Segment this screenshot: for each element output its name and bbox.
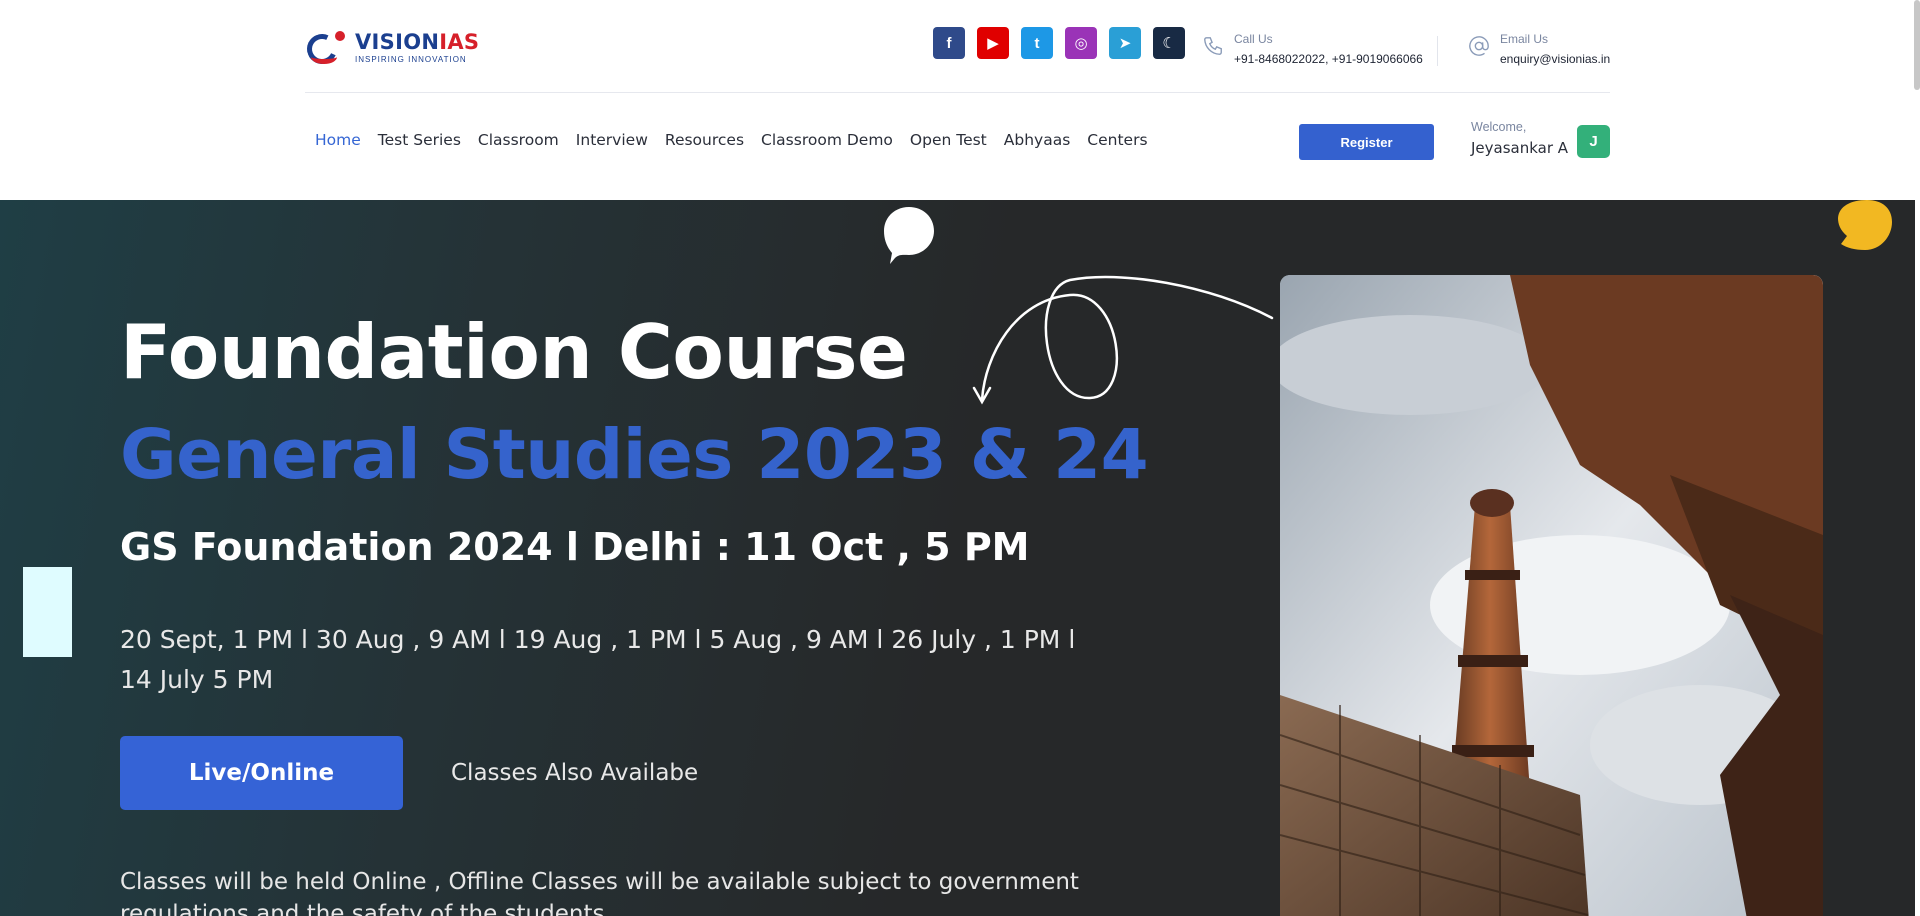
email-label: Email Us [1500, 32, 1549, 46]
nav-item-resources[interactable]: Resources [665, 131, 744, 149]
logo-title-ias: IAS [439, 30, 480, 54]
contact-call[interactable]: Call Us +91-8468022022, +91-9019066066 [1202, 32, 1423, 66]
qutub-minar-image [1280, 275, 1823, 916]
phone-icon [1204, 37, 1222, 55]
logo-text: VISIONIAS INSPIRING INNOVATION [355, 32, 479, 64]
user-name[interactable]: Jeyasankar A [1471, 139, 1568, 157]
chat-bubble-decoration-icon [884, 207, 934, 264]
feedback-tab[interactable] [23, 567, 72, 657]
telegram-icon[interactable]: ➤ [1109, 27, 1141, 59]
curly-arrow-decoration-icon [972, 275, 1274, 405]
hero-note: Classes will be held Online , Offline Cl… [120, 869, 1079, 916]
twitter-icon[interactable]: t [1021, 27, 1053, 59]
live-online-button[interactable]: Live/Online [120, 736, 403, 810]
header-divider [305, 92, 1610, 93]
hero-batch: GS Foundation 2024 l Delhi : 11 Oct , 5 … [120, 525, 1030, 569]
logo-mark-icon [302, 29, 349, 69]
visionias-logo[interactable]: VISIONIAS INSPIRING INNOVATION [302, 29, 479, 69]
classes-also-available: Classes Also Availabe [451, 760, 699, 786]
site-header: VISIONIAS INSPIRING INNOVATION f ▶ t ◎ ➤ ☾ Ca… [0, 0, 1920, 200]
at-icon [1469, 36, 1489, 56]
nav-item-abhyaas[interactable]: Abhyaas [1004, 131, 1071, 149]
register-button[interactable]: Register [1299, 124, 1434, 160]
call-label: Call Us [1234, 32, 1273, 46]
yellow-bubble-decoration-icon [1838, 200, 1892, 250]
nav-item-home[interactable]: Home [315, 131, 361, 149]
contact-email[interactable]: Email Us enquiry@visionias.in [1468, 32, 1610, 66]
nav-item-open-test[interactable]: Open Test [910, 131, 987, 149]
logo-title-vision: VISION [355, 30, 440, 54]
youtube-icon[interactable]: ▶ [977, 27, 1009, 59]
hero-title: Foundation Course [120, 308, 908, 396]
nav-item-centers[interactable]: Centers [1087, 131, 1147, 149]
nav-item-classroom[interactable]: Classroom [478, 131, 559, 149]
logo-title: VISIONIAS [355, 32, 479, 53]
hero-banner: Foundation Course General Studies 2023 &… [0, 200, 1915, 916]
hero-dates: 20 Sept, 1 PM l 30 Aug , 9 AM l 19 Aug ,… [120, 625, 1076, 694]
welcome-label: Welcome, [1471, 120, 1527, 134]
avatar[interactable]: J [1577, 125, 1610, 158]
dark-mode-icon[interactable]: ☾ [1153, 27, 1185, 59]
instagram-icon[interactable]: ◎ [1065, 27, 1097, 59]
page-scrollbar[interactable] [1914, 0, 1920, 90]
email-value[interactable]: enquiry@visionias.in [1500, 52, 1610, 66]
nav-item-interview[interactable]: Interview [576, 131, 648, 149]
social-links: f ▶ t ◎ ➤ ☾ [933, 27, 1185, 59]
nav-item-classroom-demo[interactable]: Classroom Demo [761, 131, 893, 149]
qutub-minar-photo [1280, 275, 1823, 916]
contact-divider [1437, 36, 1438, 66]
facebook-icon[interactable]: f [933, 27, 965, 59]
header-container: VISIONIAS INSPIRING INNOVATION f ▶ t ◎ ➤ ☾ Ca… [302, 0, 1610, 200]
nav-item-test-series[interactable]: Test Series [378, 131, 461, 149]
call-value[interactable]: +91-8468022022, +91-9019066066 [1234, 52, 1423, 66]
hero-subtitle: General Studies 2023 & 24 [120, 415, 1149, 495]
logo-tagline: INSPIRING INNOVATION [355, 55, 467, 64]
welcome-block: Welcome, Jeyasankar A [1471, 120, 1568, 157]
main-nav: Home Test Series Classroom Interview Resourc… [315, 131, 1148, 149]
